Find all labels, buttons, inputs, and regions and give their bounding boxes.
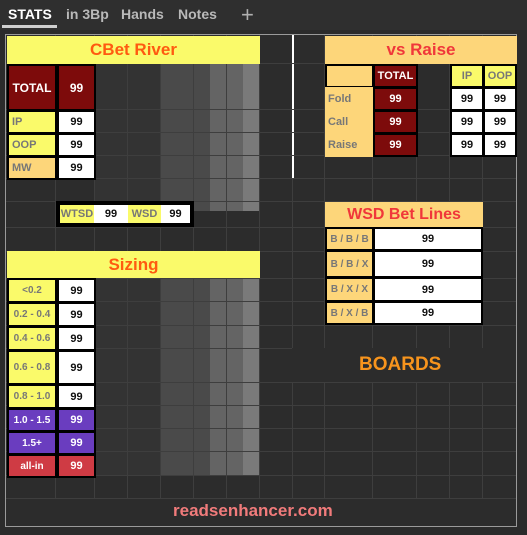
vs-raise-ip-value: 99 <box>450 110 484 134</box>
sizing-label: 0.6 - 0.8 <box>7 350 57 385</box>
sizing-value: 99 <box>57 350 96 385</box>
bet-line-value: 99 <box>373 227 483 251</box>
sizing-title: Sizing <box>7 251 260 278</box>
sizing-value: 99 <box>57 431 96 455</box>
wtsd-label: WTSD <box>60 205 94 223</box>
cbet-river-title: CBet River <box>7 36 260 64</box>
vs-raise-title: vs Raise <box>325 36 517 64</box>
wsd-bet-lines-title: WSD Bet Lines <box>325 202 483 227</box>
tab-in-3bp[interactable]: in 3Bp <box>66 6 109 22</box>
sizing-value: 99 <box>57 326 96 351</box>
cbet-oop-label: OOP <box>7 133 57 157</box>
sizing-value: 99 <box>57 408 96 432</box>
vs-raise-corner <box>325 64 374 88</box>
vs-raise-oop-value: 99 <box>483 87 517 111</box>
wsd-value: 99 <box>161 205 190 223</box>
boards-label: BOARDS <box>359 354 442 375</box>
bet-line-label: B / X / B <box>325 301 374 325</box>
vs-raise-row-label: Raise <box>325 133 374 157</box>
bet-line-label: B / B / X <box>325 250 374 278</box>
sizing-value: 99 <box>57 454 96 478</box>
grid-line <box>292 178 293 498</box>
bet-line-value: 99 <box>373 301 483 325</box>
vs-raise-ip-header: IP <box>450 64 484 88</box>
sizing-label: 0.4 - 0.6 <box>7 326 57 351</box>
footer-link[interactable]: readsenhancer.com <box>173 501 333 521</box>
wsd-label: WSD <box>128 205 161 223</box>
tab-stats[interactable]: STATS <box>8 6 52 22</box>
sizing-label: <0.2 <box>7 278 57 303</box>
active-tab-indicator <box>2 25 57 28</box>
tab-notes[interactable]: Notes <box>178 6 217 22</box>
cbet-ip-label: IP <box>7 110 57 134</box>
cbet-total-label: TOTAL <box>7 64 57 111</box>
sizing-label: 0.2 - 0.4 <box>7 302 57 327</box>
cbet-total-value: 99 <box>57 64 96 111</box>
sizing-value: 99 <box>57 384 96 409</box>
shade-column <box>161 278 210 475</box>
vs-raise-oop-value: 99 <box>483 110 517 134</box>
sizing-label: 1.0 - 1.5 <box>7 408 57 432</box>
shade-column <box>243 63 260 211</box>
plus-icon[interactable]: + <box>241 2 254 28</box>
sizing-label: 0.8 - 1.0 <box>7 384 57 409</box>
shade-column <box>243 278 260 475</box>
bet-line-label: B / X / X <box>325 277 374 302</box>
vs-raise-total-header: TOTAL <box>373 64 418 88</box>
wtsd-value: 99 <box>94 205 128 223</box>
bet-line-value: 99 <box>373 250 483 278</box>
vs-raise-oop-header: OOP <box>483 64 517 88</box>
tab-hands[interactable]: Hands <box>121 6 164 22</box>
stats-panel: CBet River TOTAL 99 IP 99 OOP 99 MW 99 W… <box>5 34 517 527</box>
vs-raise-oop-value: 99 <box>483 133 517 157</box>
shade-column <box>95 278 161 475</box>
bet-line-label: B / B / B <box>325 227 374 251</box>
cbet-ip-value: 99 <box>57 110 96 134</box>
cbet-mw-label: MW <box>7 156 57 180</box>
vs-raise-total-value: 99 <box>373 110 418 134</box>
shade-column <box>95 63 161 211</box>
vs-raise-total-value: 99 <box>373 87 418 111</box>
sizing-label: all-in <box>7 454 57 478</box>
divider-line <box>292 35 294 178</box>
vs-raise-row-label: Fold <box>325 87 374 111</box>
vs-raise-total-value: 99 <box>373 133 418 157</box>
vs-raise-row-label: Call <box>325 110 374 134</box>
sizing-value: 99 <box>57 278 96 303</box>
shade-column <box>161 63 210 211</box>
sizing-label: 1.5+ <box>7 431 57 455</box>
vs-raise-ip-value: 99 <box>450 133 484 157</box>
bet-line-value: 99 <box>373 277 483 302</box>
cbet-mw-value: 99 <box>57 156 96 180</box>
tab-bar: STATS in 3Bp Hands Notes + <box>0 0 527 30</box>
vs-raise-ip-value: 99 <box>450 87 484 111</box>
cbet-oop-value: 99 <box>57 133 96 157</box>
sizing-value: 99 <box>57 302 96 327</box>
